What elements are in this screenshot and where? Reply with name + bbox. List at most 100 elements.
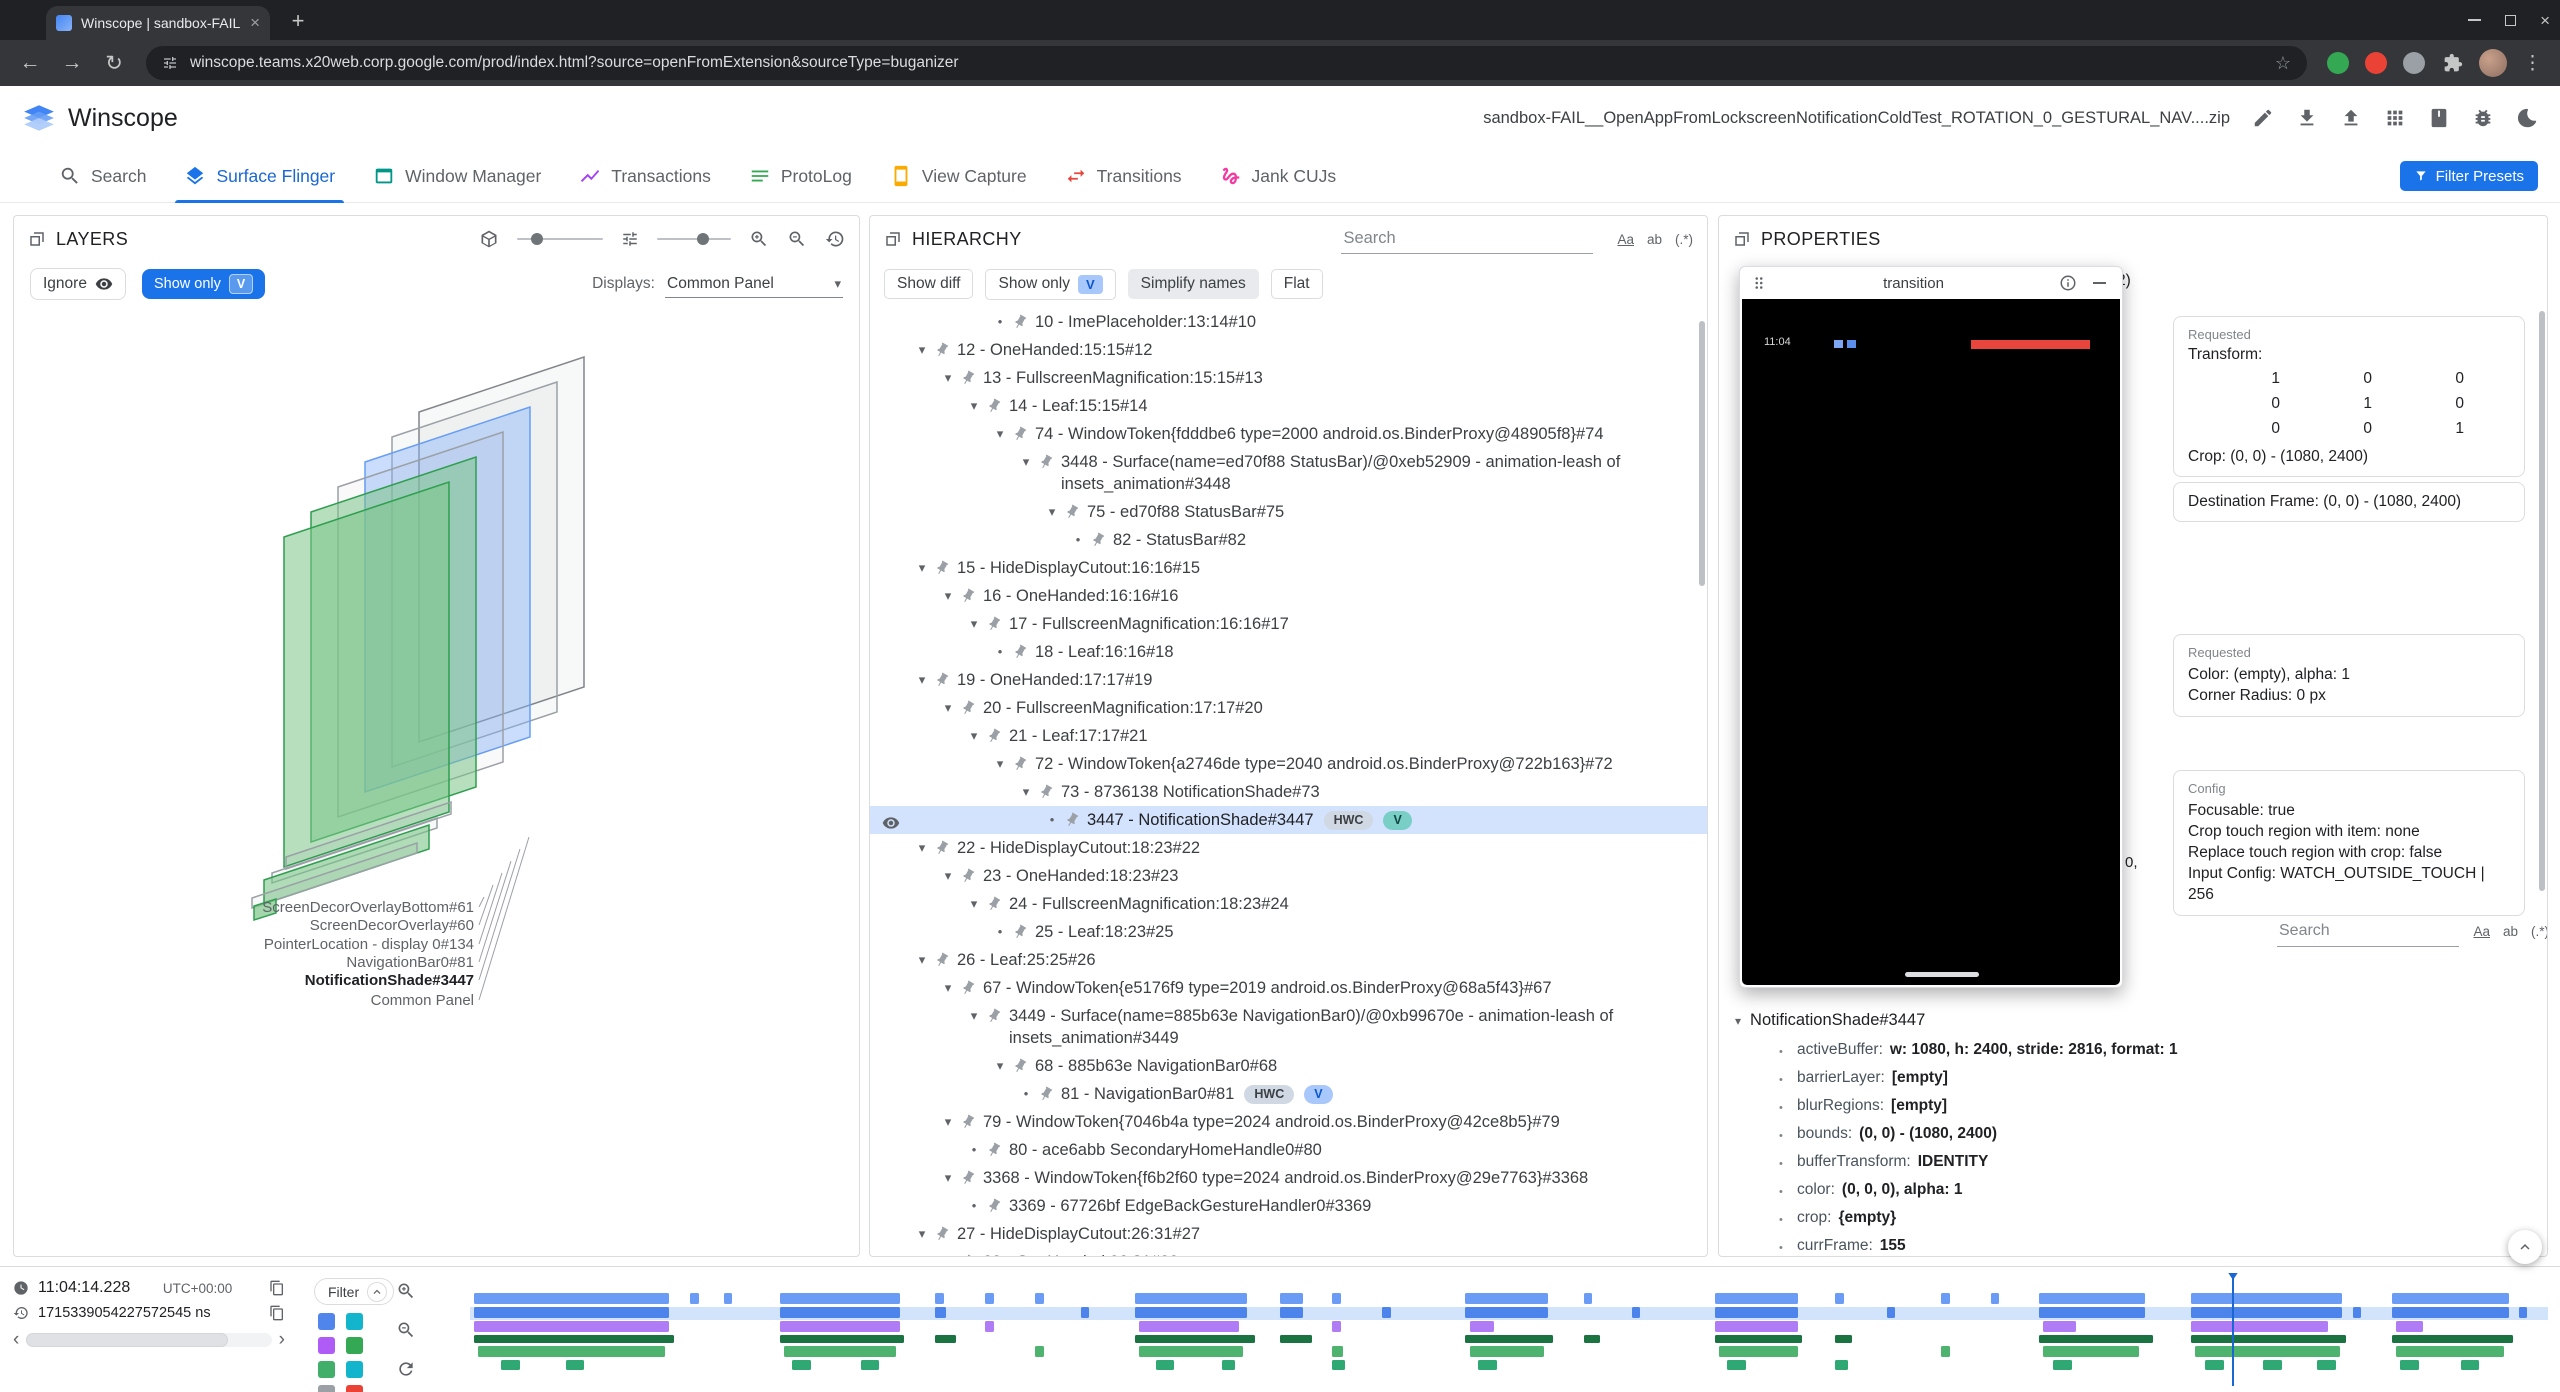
trace-entry-block[interactable] [1280,1307,1303,1318]
trace-entry-block[interactable] [1332,1293,1340,1304]
view-capture-trace-icon[interactable] [346,1361,363,1378]
transitions-trace-icon[interactable] [318,1361,335,1378]
profile-avatar[interactable] [2479,49,2507,77]
trace-entry-block[interactable] [1835,1335,1852,1343]
expand-toggle[interactable]: ▾ [964,395,984,417]
trace-entry-block[interactable] [780,1321,901,1332]
pin-icon[interactable] [983,395,1005,417]
collapse-panel-icon[interactable] [884,230,902,248]
expand-toggle[interactable]: ▾ [990,423,1010,445]
trace-entry-block[interactable] [566,1360,585,1370]
trace-entry-block[interactable] [1715,1293,1798,1304]
trace-entry-block[interactable] [724,1293,732,1304]
hierarchy-node[interactable]: ▾ 79 - WindowToken{7046b4a type=2024 and… [870,1108,1707,1136]
expand-toggle[interactable]: • [1016,1083,1036,1105]
flat-button[interactable]: Flat [1271,269,1323,299]
pin-icon[interactable] [957,1251,979,1256]
edit-icon[interactable] [2252,107,2274,129]
extensions-puzzle-icon[interactable] [2443,53,2463,73]
pin-icon[interactable] [1035,781,1057,803]
hierarchy-node[interactable]: ▾ 73 - 8736138 NotificationShade#73 [870,778,1707,806]
hierarchy-node[interactable]: ▾ 24 - FullscreenMagnification:18:23#24 [870,890,1707,918]
trace-entry-block[interactable] [2191,1293,2343,1304]
trace-entry-block[interactable] [1081,1307,1089,1318]
hierarchy-scrollbar[interactable] [1699,321,1705,586]
trace-entry-block[interactable] [2396,1346,2504,1357]
expand-toggle[interactable]: ▾ [938,1167,958,1189]
property-row[interactable]: • bufferTransform: IDENTITY [1719,1149,2547,1177]
trace-entry-block[interactable] [1835,1360,1847,1370]
pin-icon[interactable] [1009,641,1031,663]
timeline-canvas[interactable] [470,1273,2548,1386]
trace-entry-block[interactable] [1382,1307,1390,1318]
3d-view-icon[interactable] [479,229,499,249]
hierarchy-node[interactable]: • 3447 - NotificationShade#3447 HWC V [870,806,1707,834]
hierarchy-node[interactable]: ▾ 16 - OneHanded:16:16#16 [870,582,1707,610]
trace-entry-block[interactable] [780,1293,901,1304]
address-bar[interactable]: winscope.teams.x20web.corp.google.com/pr… [146,46,2307,80]
transactions-trace-icon[interactable] [318,1337,335,1354]
pin-icon[interactable] [931,837,953,859]
expand-toggle[interactable]: ▾ [938,977,958,999]
trace-entry-block[interactable] [1222,1360,1234,1370]
selected-node-header[interactable]: ▾ NotificationShade#3447 [1719,1004,2547,1037]
expand-toggle[interactable]: • [1042,809,1062,831]
search-option-icon[interactable]: (.*) [1675,232,1693,247]
site-settings-icon[interactable] [162,55,178,71]
search-option-icon[interactable]: Aa [1617,232,1634,247]
hierarchy-node[interactable]: ▾ 21 - Leaf:17:17#21 [870,722,1707,750]
trace-entry-block[interactable] [1715,1335,1802,1343]
rotation-slider[interactable] [517,238,603,240]
hierarchy-node[interactable]: • 3369 - 67726bf EdgeBackGestureHandler0… [870,1192,1707,1220]
hierarchy-node[interactable]: ▾ 15 - HideDisplayCutout:16:16#15 [870,554,1707,582]
trace-entry-block[interactable] [1465,1335,1552,1343]
expand-toggle[interactable]: • [990,311,1010,333]
trace-entry-block[interactable] [935,1335,956,1343]
close-window-icon[interactable]: × [2540,12,2550,29]
bug-report-icon[interactable] [2472,107,2494,129]
expand-toggle[interactable]: ▾ [938,865,958,887]
pin-icon[interactable] [1009,423,1031,445]
hierarchy-node[interactable]: • 81 - NavigationBar0#81 HWC V [870,1080,1707,1108]
trace-entry-block[interactable] [2039,1293,2145,1304]
pin-icon[interactable] [983,613,1005,635]
expand-toggle[interactable]: ▾ [938,585,958,607]
pin-icon[interactable] [983,1139,1005,1161]
hierarchy-node[interactable]: ▾ 17 - FullscreenMagnification:16:16#17 [870,610,1707,638]
layer-label[interactable]: Common Panel [371,992,474,1009]
reset-view-icon[interactable] [825,229,845,249]
trace-entry-block[interactable] [1280,1293,1303,1304]
property-row[interactable]: • crop: {empty} [1719,1205,2547,1233]
copy-time-icon[interactable] [269,1279,285,1297]
trace-entry-block[interactable] [985,1293,993,1304]
trace-entry-block[interactable] [1887,1307,1895,1318]
pin-icon[interactable] [957,1167,979,1189]
expand-toggle[interactable]: ▾ [964,893,984,915]
trace-tab[interactable]: Jank CUJs [1201,150,1356,203]
trace-entry-block[interactable] [1280,1335,1311,1343]
pin-icon[interactable] [983,1195,1005,1217]
pin-icon[interactable] [957,1111,979,1133]
extension-red-icon[interactable] [2365,52,2387,74]
pin-icon[interactable] [957,865,979,887]
extension-gray-icon[interactable] [2403,52,2425,74]
trace-tab[interactable]: View Capture [871,150,1046,203]
trace-entry-block[interactable] [1478,1360,1497,1370]
bookmark-star-icon[interactable]: ☆ [2275,53,2291,74]
trace-entry-block[interactable] [1139,1346,1243,1357]
trace-entry-block[interactable] [935,1307,945,1318]
expand-timeline-button[interactable] [2508,1230,2542,1264]
hierarchy-node[interactable]: ▾ 67 - WindowToken{e5176f9 type=2019 and… [870,974,1707,1002]
simplify-names-button[interactable]: Simplify names [1128,269,1259,299]
properties-search[interactable]: Search Aaab(.*) [2277,916,2548,947]
pin-icon[interactable] [957,977,979,999]
trace-entry-block[interactable] [2191,1307,2343,1318]
screen-preview-window[interactable]: transition 11:04 [1739,266,2123,988]
pin-icon[interactable] [931,557,953,579]
trace-entry-block[interactable] [2400,1360,2419,1370]
copy-ns-icon[interactable] [269,1304,285,1322]
dark-mode-icon[interactable] [2516,107,2538,129]
hierarchy-node[interactable]: ▾ 23 - OneHanded:18:23#23 [870,862,1707,890]
download-icon[interactable] [2296,107,2318,129]
trace-entry-block[interactable] [2205,1360,2224,1370]
